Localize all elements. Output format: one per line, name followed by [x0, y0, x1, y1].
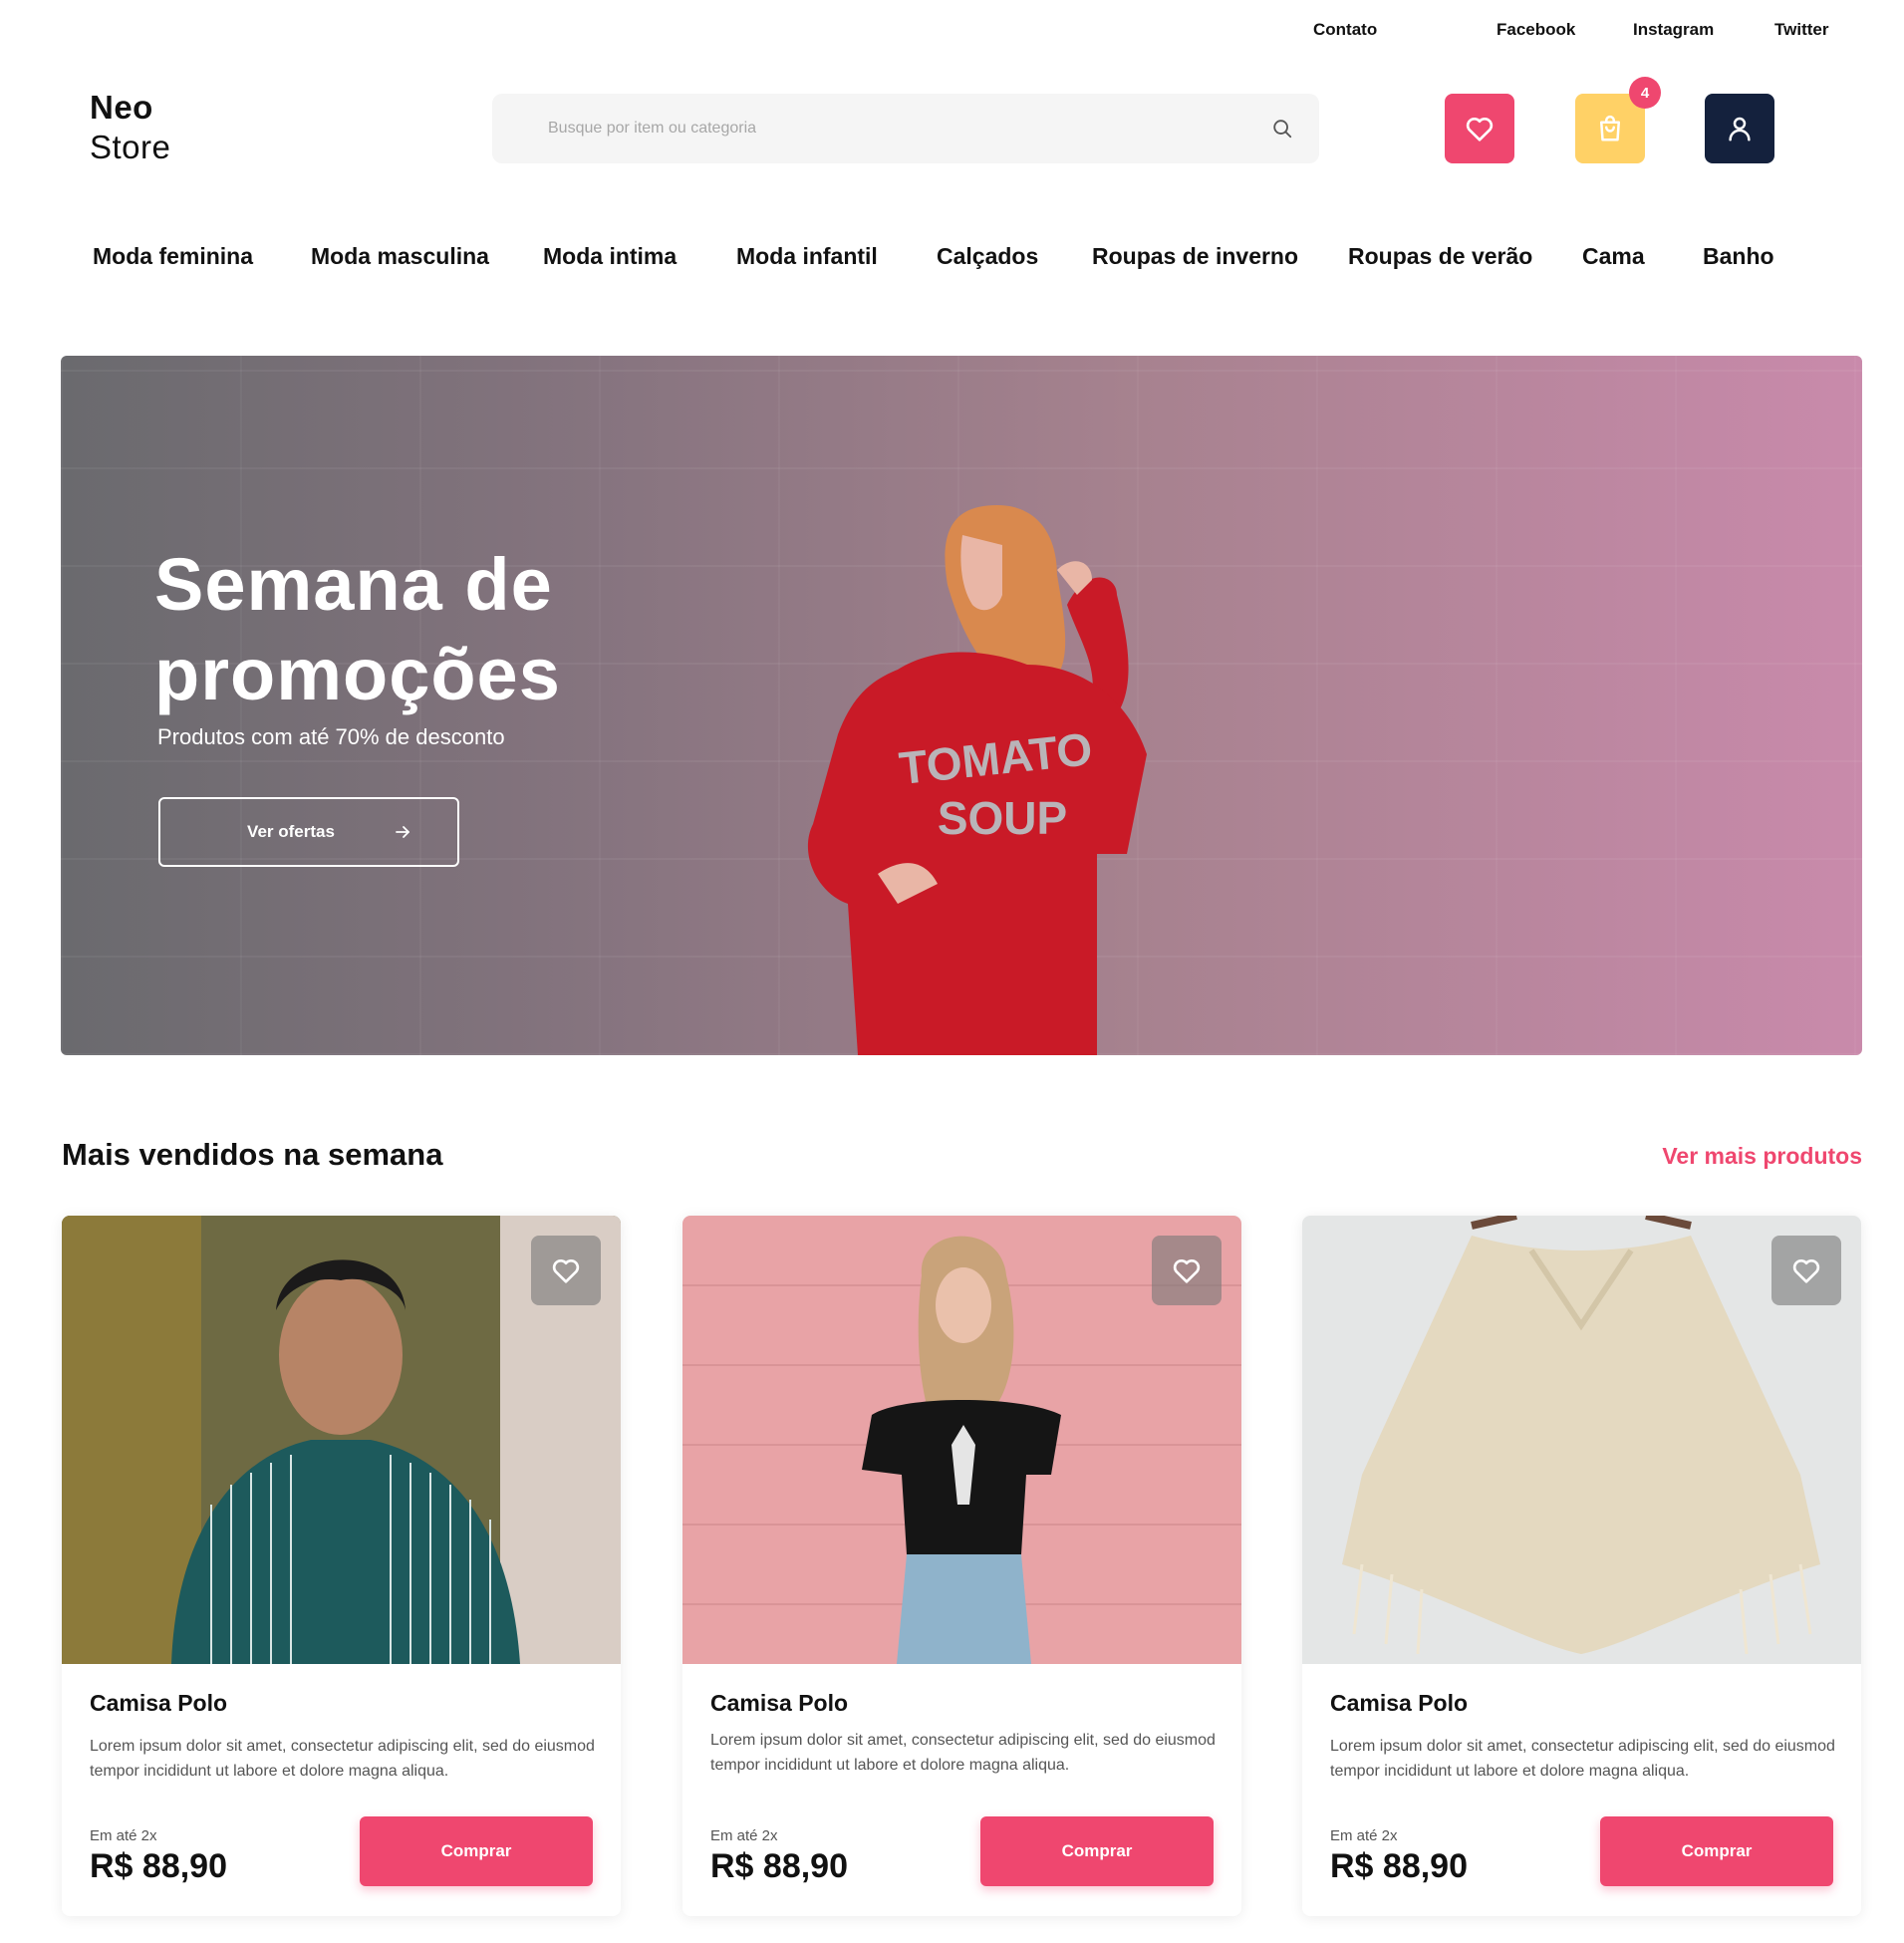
product-installments: Em até 2x: [90, 1827, 157, 1844]
account-button[interactable]: [1705, 94, 1774, 163]
logo-line2: Store: [90, 129, 171, 165]
category-roupas-verao[interactable]: Roupas de verão: [1348, 243, 1532, 270]
see-more-products-link[interactable]: Ver mais produtos: [1662, 1143, 1862, 1170]
product-description: Lorem ipsum dolor sit amet, consectetur …: [710, 1732, 1216, 1774]
banner-subtitle: Produtos com até 70% de desconto: [157, 724, 505, 749]
arrow-right-icon: [396, 826, 409, 838]
favorite-toggle[interactable]: [531, 1236, 601, 1305]
search-input[interactable]: [548, 94, 1245, 163]
product-installments: Em até 2x: [1330, 1827, 1398, 1844]
category-moda-masculina[interactable]: Moda masculina: [311, 243, 489, 270]
shopping-bag-icon: [1600, 115, 1620, 141]
logo-line1: Neo: [90, 89, 153, 126]
category-roupas-inverno[interactable]: Roupas de inverno: [1092, 243, 1298, 270]
search-bar: [492, 94, 1319, 163]
view-offers-label: Ver ofertas: [247, 822, 335, 841]
product-description: Lorem ipsum dolor sit amet, consectetur …: [1330, 1738, 1835, 1780]
buy-button[interactable]: Comprar: [360, 1816, 593, 1886]
user-icon: [1729, 117, 1751, 141]
banner-title: Semana de promoções: [154, 543, 561, 715]
category-moda-intima[interactable]: Moda intima: [543, 243, 677, 270]
category-moda-feminina[interactable]: Moda feminina: [93, 243, 253, 270]
favorites-button[interactable]: [1445, 94, 1514, 163]
instagram-link[interactable]: Instagram: [1633, 20, 1714, 40]
buy-button[interactable]: Comprar: [1600, 1816, 1833, 1886]
heart-icon: [1792, 1258, 1820, 1283]
product-price: R$ 88,90: [90, 1847, 227, 1885]
facebook-link[interactable]: Facebook: [1496, 20, 1575, 40]
twitter-link[interactable]: Twitter: [1774, 20, 1828, 40]
category-nav: Moda feminina Moda masculina Moda intima…: [0, 243, 1904, 275]
category-cama[interactable]: Cama: [1582, 243, 1645, 270]
heart-icon: [1173, 1258, 1201, 1283]
banner-model-image: TOMATO SOUP: [807, 505, 1147, 1055]
buy-button[interactable]: Comprar: [980, 1816, 1214, 1886]
product-description: Lorem ipsum dolor sit amet, consectetur …: [90, 1738, 595, 1780]
product-name: Camisa Polo: [90, 1690, 228, 1716]
product-installments: Em até 2x: [710, 1827, 778, 1844]
product-card[interactable]: Camisa Polo Lorem ipsum dolor sit amet, …: [62, 1216, 621, 1916]
product-price: R$ 88,90: [710, 1847, 848, 1885]
contact-link[interactable]: Contato: [1313, 20, 1377, 40]
svg-text:SOUP: SOUP: [938, 792, 1067, 844]
section-title: Mais vendidos na semana: [62, 1137, 443, 1172]
product-card[interactable]: Camisa Polo Lorem ipsum dolor sit amet, …: [1302, 1216, 1861, 1916]
product-name: Camisa Polo: [1330, 1690, 1469, 1716]
category-banho[interactable]: Banho: [1703, 243, 1774, 270]
category-calcados[interactable]: Calçados: [937, 243, 1038, 270]
favorite-toggle[interactable]: [1771, 1236, 1841, 1305]
category-moda-infantil[interactable]: Moda infantil: [736, 243, 878, 270]
heart-icon: [1466, 117, 1494, 141]
search-icon[interactable]: [1271, 118, 1293, 139]
product-card[interactable]: Camisa Polo Lorem ipsum dolor sit amet, …: [682, 1216, 1241, 1916]
cart-count-badge: 4: [1629, 77, 1661, 109]
product-price: R$ 88,90: [1330, 1847, 1468, 1885]
logo[interactable]: Neo Store: [90, 88, 170, 167]
heart-icon: [552, 1258, 580, 1283]
favorite-toggle[interactable]: [1152, 1236, 1222, 1305]
product-name: Camisa Polo: [710, 1690, 849, 1716]
top-links: Contato Facebook Instagram Twitter: [0, 20, 1904, 44]
view-offers-button[interactable]: Ver ofertas: [158, 797, 459, 867]
promo-banner: TOMATO SOUP Semana de promoções Produtos…: [61, 356, 1862, 1055]
